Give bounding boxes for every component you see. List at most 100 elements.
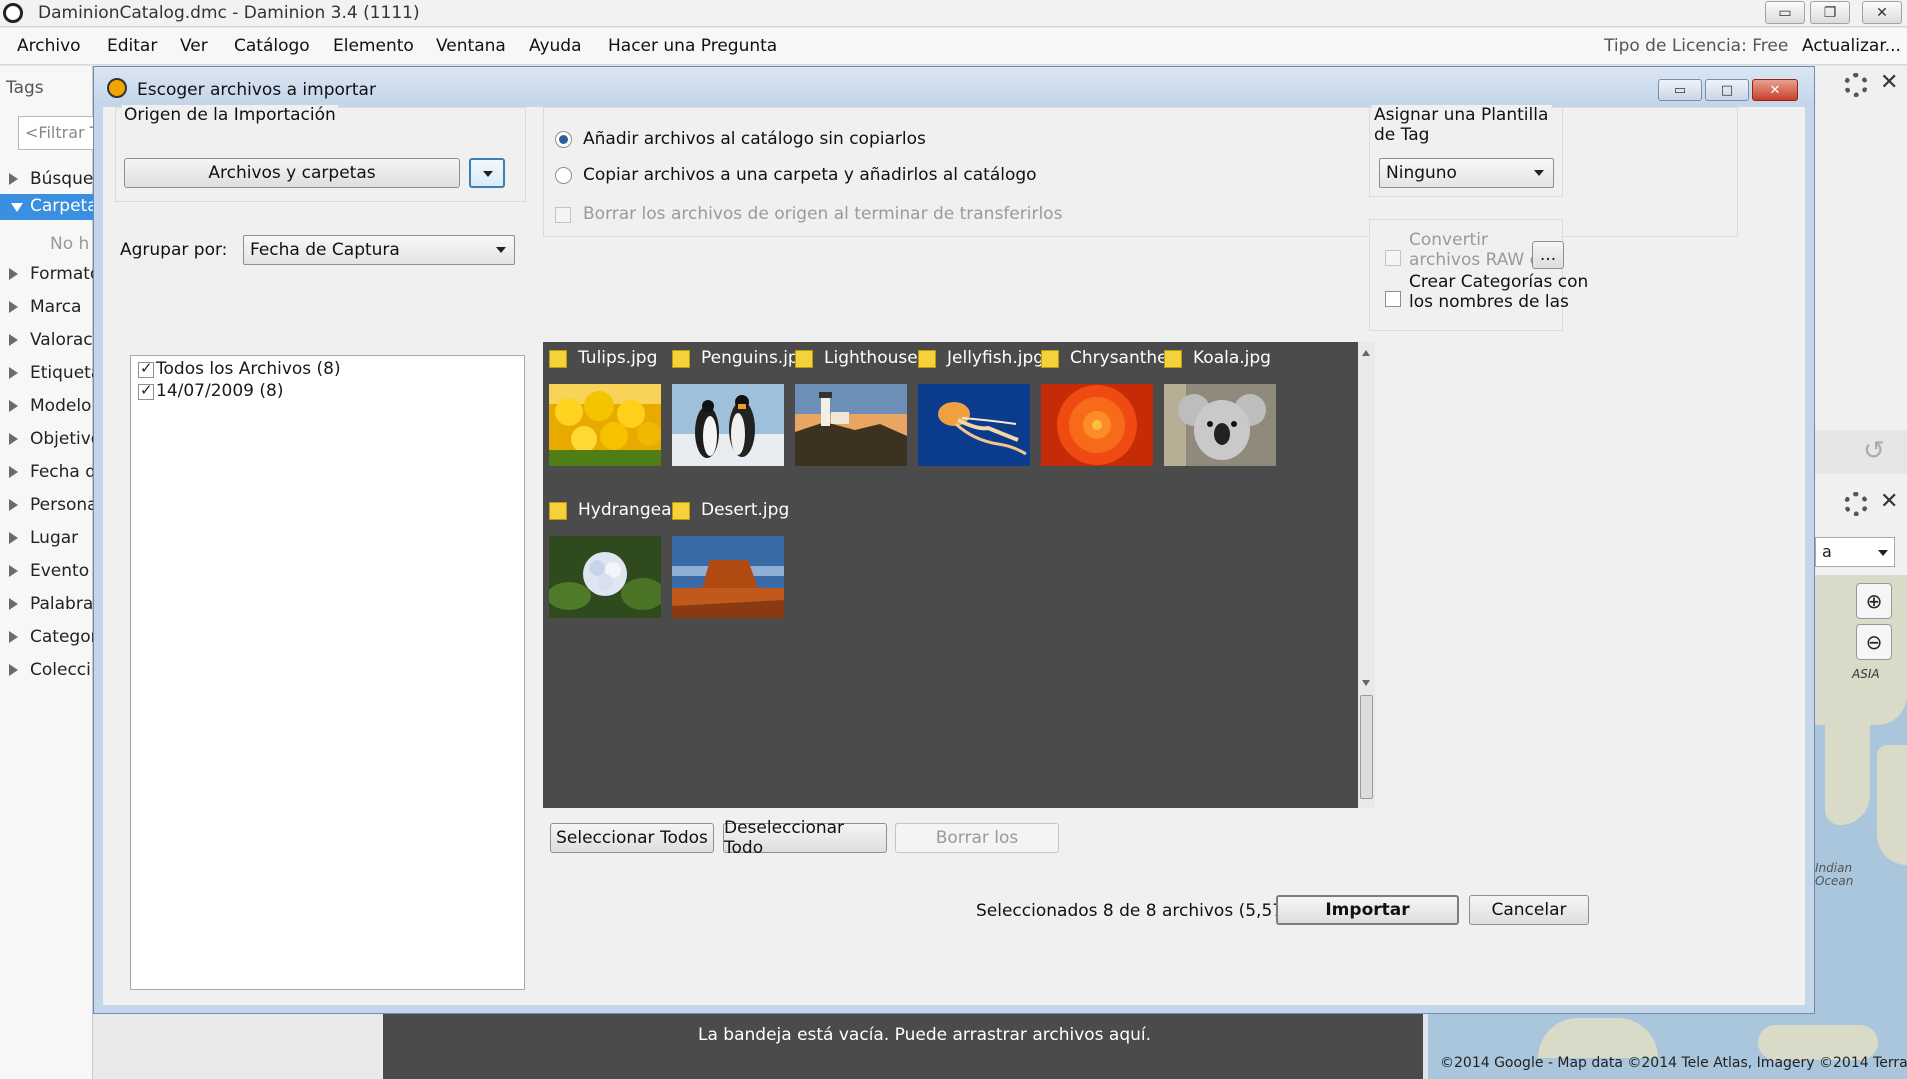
thumbnail-scrollbar[interactable] [1358, 342, 1375, 808]
source-button[interactable]: Archivos y carpetas [124, 158, 460, 188]
menu-catalogo[interactable]: Catálogo [234, 36, 310, 56]
convert-raw-checkbox[interactable] [1385, 250, 1401, 266]
chevron-down-icon [483, 171, 493, 177]
menu-ventana[interactable]: Ventana [436, 36, 506, 56]
dialog-close-button[interactable]: ✕ [1752, 79, 1798, 101]
menu-hacer-pregunta[interactable]: Hacer una Pregunta [608, 36, 777, 56]
map-land-australia [1538, 1018, 1658, 1058]
tags-filter-input[interactable]: <Filtrar T [18, 116, 98, 150]
map-type-select[interactable]: a [1815, 537, 1895, 567]
tree-checkbox-date[interactable] [138, 381, 154, 400]
tag-modelo[interactable]: Modelo [0, 394, 93, 420]
menu-archivo[interactable]: Archivo [17, 36, 81, 56]
map-close-icon[interactable]: ✕ [1880, 489, 1898, 514]
right-panel-scrollbar[interactable] [1815, 110, 1835, 420]
tag-carpetas[interactable]: Carpeta [0, 194, 93, 220]
group-by-select[interactable]: Fecha de Captura [243, 235, 515, 265]
hydrangeas-image[interactable] [549, 536, 661, 618]
tag-etiqueta[interactable]: Etiqueta [0, 361, 93, 387]
scroll-thumb[interactable] [1360, 695, 1373, 799]
undo-icon[interactable]: ↺ [1863, 436, 1885, 466]
tag-fecha[interactable]: Fecha d [0, 460, 93, 486]
gear-icon[interactable] [1844, 73, 1868, 97]
thumbnail-checkbox[interactable] [672, 502, 690, 520]
thumbnail-checkbox[interactable] [1041, 350, 1059, 368]
menu-editar[interactable]: Editar [107, 36, 157, 56]
dialog-titlebar: Escoger archivos a importar ▭ □ ✕ [94, 67, 1814, 101]
expand-arrow-icon [9, 598, 18, 610]
penguins-image[interactable] [672, 384, 784, 466]
tag-busquedas[interactable]: Búsqued [0, 167, 93, 193]
copy-and-add-radio[interactable] [555, 167, 572, 184]
menu-ver[interactable]: Ver [180, 36, 208, 56]
bottom-tray[interactable]: La bandeja está vacía. Puede arrastrar a… [383, 1010, 1423, 1079]
template-select[interactable]: Ninguno [1379, 158, 1554, 188]
add-without-copy-label[interactable]: Añadir archivos al catálogo sin copiarlo… [583, 129, 926, 149]
restore-button[interactable]: ❐ [1810, 1, 1850, 24]
cancel-button[interactable]: Cancelar [1469, 895, 1589, 925]
tag-lugar[interactable]: Lugar [0, 526, 93, 552]
tray-empty-text: La bandeja está vacía. Puede arrastrar a… [698, 1025, 1152, 1045]
tag-objetivo[interactable]: Objetivo [0, 427, 93, 453]
scroll-up-icon[interactable] [1362, 350, 1370, 356]
template-group-title: Asignar una Plantilla de Tag [1372, 105, 1552, 145]
expand-arrow-icon [9, 367, 18, 379]
delete-button[interactable]: Borrar los [895, 823, 1059, 853]
dialog-maximize-button[interactable]: □ [1705, 79, 1749, 101]
license-type: Tipo de Licencia: Free [1604, 36, 1789, 56]
jellyfish-image[interactable] [918, 384, 1030, 466]
zoom-out-icon[interactable]: ⊖ [1856, 624, 1892, 660]
expand-arrow-icon [9, 173, 18, 185]
daminion-app-icon [3, 3, 23, 23]
bottom-left-strip [93, 1010, 383, 1079]
delete-source-checkbox[interactable] [555, 207, 571, 223]
dialog-minimize-button[interactable]: ▭ [1658, 79, 1702, 101]
expand-arrow-icon [9, 334, 18, 346]
close-window-button[interactable]: ✕ [1862, 1, 1902, 24]
close-icon[interactable]: ✕ [1880, 70, 1898, 95]
minimize-button[interactable]: ▭ [1765, 1, 1805, 24]
thumbnail-checkbox[interactable] [672, 350, 690, 368]
convert-raw-browse-button[interactable]: ... [1532, 241, 1564, 269]
desert-image[interactable] [672, 536, 784, 618]
map-gear-icon[interactable] [1844, 492, 1868, 516]
tag-colecciones[interactable]: Colecci [0, 658, 93, 684]
tag-palabras[interactable]: Palabras [0, 592, 93, 618]
tag-categorias[interactable]: Categor [0, 625, 93, 651]
deselect-all-button[interactable]: Deseleccionar Todo [723, 818, 887, 858]
tree-checkbox-all[interactable] [138, 359, 154, 378]
dialog-body: Origen de la Importación Archivos y carp… [103, 105, 1805, 1005]
zoom-in-icon[interactable]: ⊕ [1856, 583, 1892, 619]
thumbnail-checkbox[interactable] [1164, 350, 1182, 368]
expand-arrow-icon [9, 466, 18, 478]
menu-ayuda[interactable]: Ayuda [529, 36, 582, 56]
lighthouse-image[interactable] [795, 384, 907, 466]
tulips-image[interactable] [549, 384, 661, 466]
source-dropdown-button[interactable] [469, 158, 505, 188]
thumbnail-checkbox[interactable] [549, 350, 567, 368]
select-all-button[interactable]: Seleccionar Todos [550, 823, 714, 853]
dialog-title: Escoger archivos a importar [137, 80, 376, 100]
tag-persona[interactable]: Persona [0, 493, 93, 519]
create-categories-checkbox[interactable] [1385, 291, 1401, 307]
tag-valoracion[interactable]: Valoraci [0, 328, 93, 354]
expand-arrow-icon [9, 532, 18, 544]
create-categories-label[interactable]: Crear Categorías con los nombres de las [1409, 272, 1588, 312]
menu-elemento[interactable]: Elemento [333, 36, 414, 56]
map-land-india [1825, 715, 1870, 825]
scroll-down-icon[interactable] [1362, 680, 1370, 686]
chrysanthemum-image[interactable] [1041, 384, 1153, 466]
tag-evento[interactable]: Evento [0, 559, 93, 585]
tag-marca[interactable]: Marca [0, 295, 93, 321]
update-link[interactable]: Actualizar... [1802, 36, 1901, 56]
copy-and-add-label[interactable]: Copiar archivos a una carpeta y añadirlo… [583, 165, 1037, 185]
tag-formato[interactable]: Formato [0, 262, 93, 288]
koala-image[interactable] [1164, 384, 1276, 466]
thumbnail-checkbox[interactable] [918, 350, 936, 368]
tags-panel: Tags <Filtrar T Búsqued Carpeta No h For… [0, 66, 98, 1079]
add-without-copy-radio[interactable] [555, 131, 572, 148]
import-button[interactable]: Importar [1276, 895, 1459, 925]
thumbnail-checkbox[interactable] [549, 502, 567, 520]
thumbnail-checkbox[interactable] [795, 350, 813, 368]
thumbnail-grid: Tulips.jpg Penguins.jpg [543, 342, 1358, 808]
